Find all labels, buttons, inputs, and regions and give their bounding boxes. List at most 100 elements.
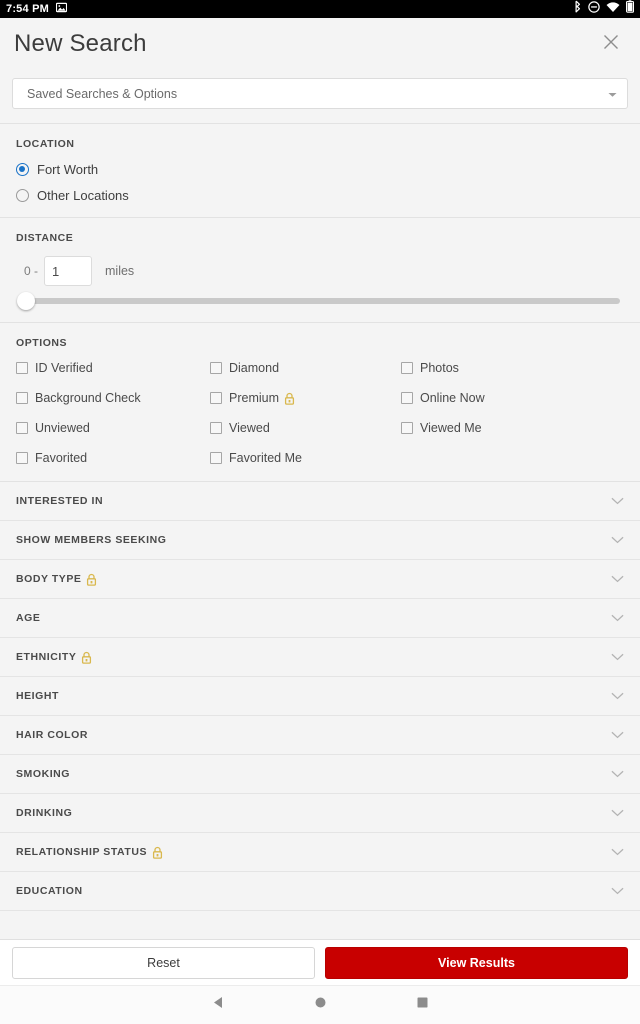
accordion-age[interactable]: AGE: [0, 599, 640, 638]
options-grid: ID Verified Diamond Photos Background Ch…: [16, 361, 624, 465]
distance-input-row: 0 - miles: [16, 256, 624, 286]
accordion-relationship-status[interactable]: RELATIONSHIP STATUS: [0, 833, 640, 872]
distance-input[interactable]: [44, 256, 93, 286]
android-nav-bar: [0, 985, 640, 1024]
accordion-education[interactable]: EDUCATION: [0, 872, 640, 911]
distance-prefix: 0 -: [24, 264, 39, 278]
view-results-button[interactable]: View Results: [325, 946, 628, 979]
do-not-disturb-icon: [588, 0, 600, 18]
location-section-title: LOCATION: [16, 138, 75, 150]
option-label: Unviewed: [35, 421, 90, 435]
option-favorited[interactable]: Favorited: [16, 451, 210, 465]
saved-searches-label: Saved Searches & Options: [27, 86, 178, 101]
reset-button[interactable]: Reset: [12, 946, 315, 979]
chevron-down-icon: [611, 882, 624, 900]
accordion-drinking[interactable]: DRINKING: [0, 794, 640, 833]
nav-home-button[interactable]: [269, 996, 371, 1014]
slider-thumb[interactable]: [17, 292, 35, 310]
option-label: Online Now: [420, 391, 485, 405]
accordion-label: BODY TYPE: [16, 573, 82, 585]
option-favorited-me[interactable]: Favorited Me: [210, 451, 401, 465]
grid-spacer: [401, 451, 624, 465]
option-photos[interactable]: Photos: [401, 361, 624, 375]
option-premium[interactable]: Premium: [210, 391, 401, 405]
option-viewed[interactable]: Viewed: [210, 421, 401, 435]
radio-fort-worth[interactable]: Fort Worth: [16, 162, 624, 177]
recents-square-icon: [416, 996, 429, 1014]
distance-section: DISTANCE 0 - miles: [0, 218, 640, 323]
accordion-label: DRINKING: [16, 807, 73, 819]
options-section: OPTIONS ID Verified Diamond Photos Backg…: [0, 323, 640, 482]
saved-searches-select[interactable]: Saved Searches & Options: [12, 78, 628, 109]
option-unviewed[interactable]: Unviewed: [16, 421, 210, 435]
accordion-label: HEIGHT: [16, 690, 59, 702]
accordion-body-type[interactable]: BODY TYPE: [0, 560, 640, 599]
option-viewed-me[interactable]: Viewed Me: [401, 421, 624, 435]
page-title: New Search: [14, 30, 147, 57]
checkbox-icon[interactable]: [210, 422, 222, 434]
accordion-smoking[interactable]: SMOKING: [0, 755, 640, 794]
checkbox-icon[interactable]: [16, 422, 28, 434]
option-label: Favorited Me: [229, 451, 302, 465]
accordion-label: EDUCATION: [16, 885, 83, 897]
option-label: Diamond: [229, 361, 280, 375]
chevron-down-icon: [611, 726, 624, 744]
distance-section-title: DISTANCE: [16, 232, 74, 244]
battery-icon: [626, 0, 635, 18]
option-label: Photos: [420, 361, 459, 375]
checkbox-icon[interactable]: [210, 362, 222, 374]
option-label: Viewed Me: [420, 421, 482, 435]
app-screen: 7:54 PM New Search Saved Searches & Opti…: [0, 0, 640, 1024]
slider-track: [26, 298, 620, 304]
checkbox-icon[interactable]: [16, 392, 28, 404]
wifi-icon: [606, 0, 620, 18]
checkbox-icon[interactable]: [401, 362, 413, 374]
accordion-label: ETHNICITY: [16, 651, 77, 663]
checkbox-icon[interactable]: [210, 392, 222, 404]
image-icon: [55, 0, 68, 18]
close-button[interactable]: [598, 31, 624, 57]
option-online-now[interactable]: Online Now: [401, 391, 624, 405]
accordion-label: SMOKING: [16, 768, 71, 780]
options-section-title: OPTIONS: [16, 337, 68, 349]
accordion-label: AGE: [16, 612, 41, 624]
chevron-down-icon: [611, 765, 624, 783]
option-diamond[interactable]: Diamond: [210, 361, 401, 375]
option-label: Premium: [229, 391, 280, 405]
checkbox-icon[interactable]: [401, 392, 413, 404]
checkbox-icon[interactable]: [401, 422, 413, 434]
distance-unit-label: miles: [105, 264, 135, 278]
chevron-down-icon: [611, 687, 624, 705]
accordion-interested-in[interactable]: INTERESTED IN: [0, 482, 640, 521]
accordion-height[interactable]: HEIGHT: [0, 677, 640, 716]
status-bar: 7:54 PM: [0, 0, 640, 18]
accordion-hair-color[interactable]: HAIR COLOR: [0, 716, 640, 755]
home-circle-icon: [314, 996, 327, 1014]
saved-searches-section: Saved Searches & Options: [0, 70, 640, 124]
chevron-down-icon: [611, 531, 624, 549]
checkbox-icon[interactable]: [16, 362, 28, 374]
option-id-verified[interactable]: ID Verified: [16, 361, 210, 375]
nav-recents-button[interactable]: [371, 996, 473, 1014]
status-bar-right: [573, 0, 635, 18]
distance-slider[interactable]: [17, 292, 622, 310]
nav-back-button[interactable]: [167, 995, 269, 1015]
accordion-label: HAIR COLOR: [16, 729, 88, 741]
option-background-check[interactable]: Background Check: [16, 391, 210, 405]
accordion-label: SHOW MEMBERS SEEKING: [16, 534, 167, 546]
page-header: New Search: [0, 18, 640, 70]
radio-icon-selected: [16, 163, 29, 176]
chevron-down-icon: [611, 648, 624, 666]
option-label: ID Verified: [35, 361, 93, 375]
chevron-down-icon: [611, 609, 624, 627]
accordion-label: RELATIONSHIP STATUS: [16, 846, 148, 858]
checkbox-icon[interactable]: [210, 452, 222, 464]
search-form-content: Saved Searches & Options LOCATION Fort W…: [0, 70, 640, 939]
option-label: Favorited: [35, 451, 88, 465]
checkbox-icon[interactable]: [16, 452, 28, 464]
accordion-ethnicity[interactable]: ETHNICITY: [0, 638, 640, 677]
accordion-show-members-seeking[interactable]: SHOW MEMBERS SEEKING: [0, 521, 640, 560]
bluetooth-icon: [573, 0, 582, 18]
lock-icon: [81, 651, 92, 664]
radio-other-locations[interactable]: Other Locations: [16, 188, 624, 203]
